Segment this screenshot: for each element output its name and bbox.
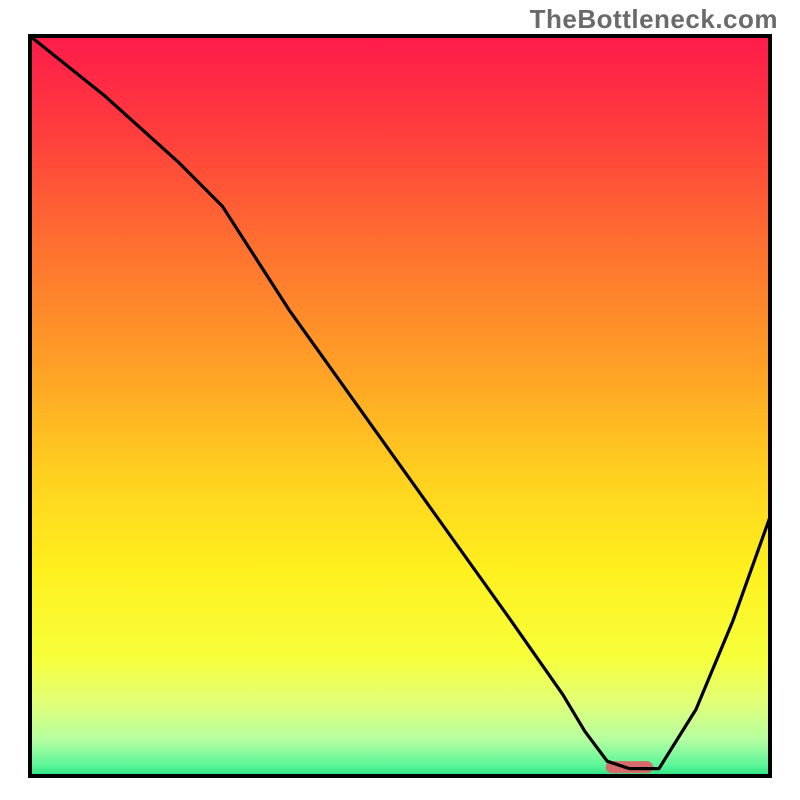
- chart-canvas: [0, 0, 800, 800]
- chart-root: TheBottleneck.com: [0, 0, 800, 800]
- watermark-text: TheBottleneck.com: [530, 4, 778, 35]
